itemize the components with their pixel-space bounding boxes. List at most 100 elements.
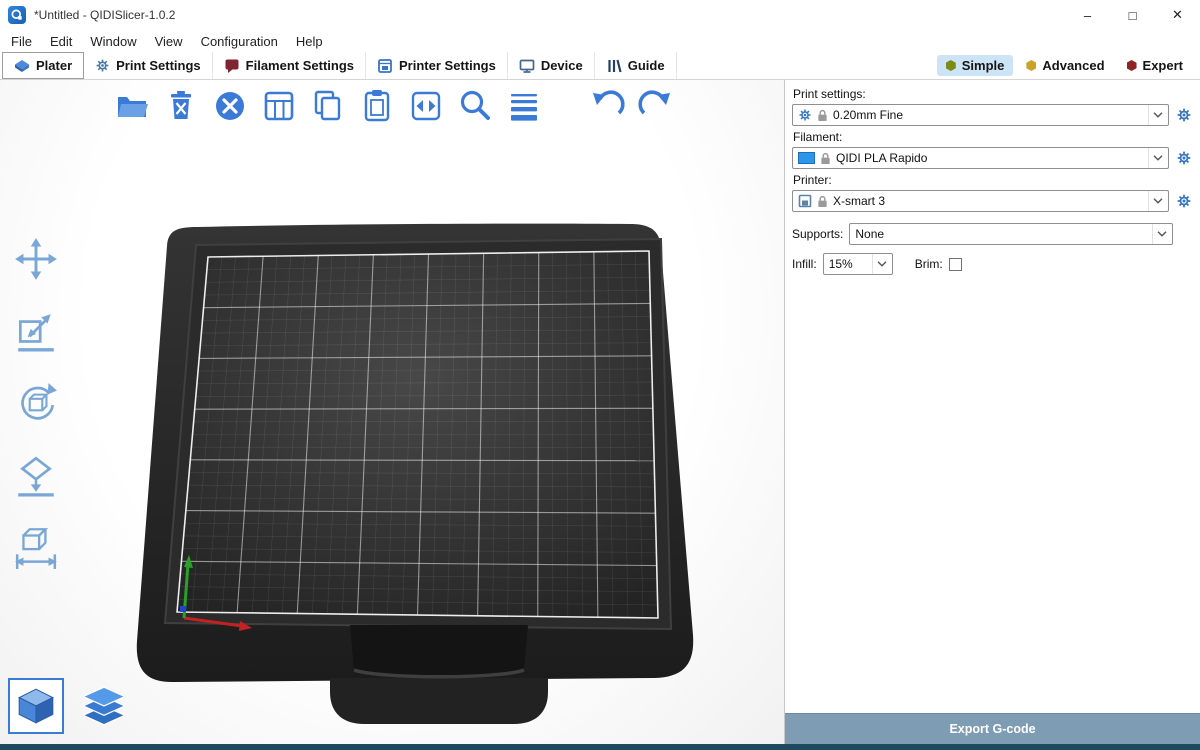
printer-value: X-smart 3 — [833, 194, 885, 208]
variable-layer-height-button[interactable] — [504, 86, 544, 126]
bed-handle-recess — [350, 625, 528, 677]
tab-label: Printer Settings — [399, 58, 496, 73]
chevron-down-icon — [1148, 105, 1163, 125]
plater-toolbar — [112, 86, 676, 126]
printer-label: Printer: — [793, 173, 1193, 187]
lock-icon — [820, 152, 831, 165]
place-on-face-button[interactable] — [6, 451, 66, 499]
menu-window[interactable]: Window — [81, 34, 145, 49]
filament-combo[interactable]: QIDI PLA Rapido — [792, 147, 1169, 169]
window-bottom-border — [0, 744, 1200, 750]
menu-bar: File Edit Window View Configuration Help — [0, 30, 1200, 52]
rotate-button[interactable] — [6, 379, 66, 427]
gizmo-toolbar — [6, 235, 66, 571]
tab-label: Print Settings — [116, 58, 201, 73]
layers-icon — [79, 683, 129, 733]
copy-icon — [309, 87, 347, 125]
mode-switcher: Simple Advanced Expert — [937, 52, 1198, 79]
brim-checkbox[interactable] — [949, 258, 962, 271]
paste-button[interactable] — [357, 86, 397, 126]
3d-viewport[interactable] — [0, 80, 785, 744]
print-settings-combo[interactable]: 0.20mm Fine — [792, 104, 1169, 126]
scale-button[interactable] — [6, 307, 66, 355]
mode-simple-dot-icon — [946, 60, 956, 71]
lock-icon — [817, 109, 828, 122]
filament-value: QIDI PLA Rapido — [836, 151, 927, 165]
delete-all-icon — [211, 87, 249, 125]
app-logo-icon — [8, 6, 26, 24]
open-folder-icon — [113, 87, 151, 125]
infill-value: 15% — [829, 257, 853, 271]
cube-icon — [15, 685, 57, 727]
measure-button[interactable] — [6, 523, 66, 571]
menu-configuration[interactable]: Configuration — [192, 34, 287, 49]
export-gcode-button[interactable]: Export G-code — [785, 713, 1200, 744]
trash-icon — [162, 87, 200, 125]
gear-icon — [798, 108, 812, 122]
window-controls: – □ ✕ — [1065, 0, 1200, 30]
print-settings-gear-button[interactable] — [1174, 107, 1194, 123]
bed-handle — [330, 678, 548, 724]
brim-label: Brim: — [915, 257, 943, 271]
filament-icon — [224, 58, 240, 74]
mode-simple[interactable]: Simple — [937, 55, 1014, 76]
open-button[interactable] — [112, 86, 152, 126]
paste-icon — [358, 87, 396, 125]
mode-advanced[interactable]: Advanced — [1017, 55, 1113, 76]
arrange-button[interactable] — [259, 86, 299, 126]
copy-button[interactable] — [308, 86, 348, 126]
scale-icon — [13, 308, 59, 354]
settings-sidebar: Print settings: 0.20mm — [785, 80, 1200, 744]
chevron-down-icon — [1148, 148, 1163, 168]
close-button[interactable]: ✕ — [1155, 0, 1200, 30]
print-settings-value: 0.20mm Fine — [833, 108, 903, 122]
menu-file[interactable]: File — [2, 34, 41, 49]
minimize-button[interactable]: – — [1065, 0, 1110, 30]
split-icon — [407, 87, 445, 125]
undo-icon — [588, 87, 626, 125]
mode-label: Expert — [1143, 58, 1183, 73]
menu-view[interactable]: View — [146, 34, 192, 49]
infill-combo[interactable]: 15% — [823, 253, 893, 275]
gear-icon — [95, 58, 110, 73]
place-on-face-icon — [13, 452, 59, 498]
print-bed — [0, 80, 785, 744]
export-gcode-label: Export G-code — [949, 722, 1035, 736]
printer-icon — [377, 58, 393, 74]
move-icon — [13, 236, 59, 282]
lock-icon — [817, 195, 828, 208]
printer-combo[interactable]: X-smart 3 — [792, 190, 1169, 212]
gear-icon — [1176, 193, 1192, 209]
undo-button[interactable] — [587, 86, 627, 126]
redo-icon — [637, 87, 675, 125]
filament-gear-button[interactable] — [1174, 150, 1194, 166]
tab-plater[interactable]: Plater — [2, 52, 84, 79]
window-title: *Untitled - QIDISlicer-1.0.2 — [34, 8, 175, 22]
view-layers-button[interactable] — [78, 682, 130, 734]
tab-label: Guide — [628, 58, 665, 73]
infill-label: Infill: — [792, 257, 817, 271]
tab-guide[interactable]: Guide — [595, 52, 677, 79]
split-button[interactable] — [406, 86, 446, 126]
tab-printer-settings[interactable]: Printer Settings — [366, 52, 508, 79]
move-button[interactable] — [6, 235, 66, 283]
redo-button[interactable] — [636, 86, 676, 126]
axes-indicator — [180, 555, 252, 631]
tab-device[interactable]: Device — [508, 52, 595, 79]
supports-combo[interactable]: None — [849, 223, 1173, 245]
mode-expert[interactable]: Expert — [1118, 55, 1192, 76]
delete-button[interactable] — [161, 86, 201, 126]
tab-print-settings[interactable]: Print Settings — [84, 52, 213, 79]
guide-books-icon — [606, 58, 622, 74]
monitor-icon — [519, 58, 535, 74]
delete-all-button[interactable] — [210, 86, 250, 126]
view-3d-button[interactable] — [8, 678, 64, 734]
maximize-button[interactable]: □ — [1110, 0, 1155, 30]
tab-filament-settings[interactable]: Filament Settings — [213, 52, 366, 79]
tab-label: Filament Settings — [246, 58, 354, 73]
printer-gear-button[interactable] — [1174, 193, 1194, 209]
menu-help[interactable]: Help — [287, 34, 332, 49]
search-button[interactable] — [455, 86, 495, 126]
menu-edit[interactable]: Edit — [41, 34, 81, 49]
gear-icon — [1176, 107, 1192, 123]
